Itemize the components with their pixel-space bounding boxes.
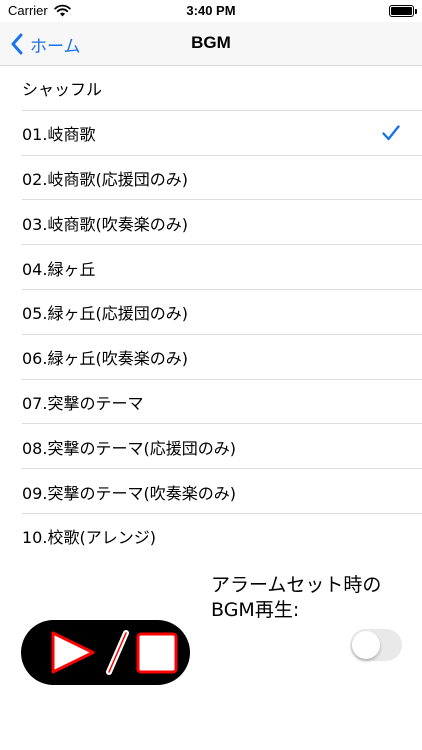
- page-title: BGM: [191, 33, 231, 52]
- track-label: シャッフル: [22, 80, 103, 100]
- track-label: 03.岐商歌(吹奏楽のみ): [22, 214, 188, 234]
- alarm-bgm-label: アラームセット時の BGM再生:: [211, 573, 411, 623]
- track-item-10[interactable]: 10.校歌(アレンジ): [0, 514, 422, 559]
- track-label: 10.校歌(アレンジ): [22, 528, 156, 548]
- alarm-bgm-toggle[interactable]: [350, 629, 402, 661]
- track-list: シャッフル 01.岐商歌 02.岐商歌(応援団のみ) 03.岐商歌(吹奏楽のみ)…: [0, 66, 422, 559]
- track-item-04[interactable]: 04.緑ヶ丘: [0, 245, 422, 290]
- track-label: 04.緑ヶ丘: [22, 259, 96, 279]
- navigation-bar: ホーム BGM: [0, 22, 422, 66]
- track-label: 01.岐商歌: [22, 125, 96, 145]
- track-label: 06.緑ヶ丘(吹奏楽のみ): [22, 349, 188, 369]
- battery-tip: [415, 9, 417, 14]
- track-item-05[interactable]: 05.緑ヶ丘(応援団のみ): [0, 290, 422, 335]
- track-label: 08.突撃のテーマ(応援団のみ): [22, 438, 236, 458]
- track-label: 02.岐商歌(応援団のみ): [22, 169, 188, 189]
- status-time: 3:40 PM: [186, 3, 236, 18]
- track-item-08[interactable]: 08.突撃のテーマ(応援団のみ): [0, 424, 422, 469]
- checkmark-icon: [382, 125, 400, 140]
- track-item-shuffle[interactable]: シャッフル: [0, 66, 422, 111]
- track-item-03[interactable]: 03.岐商歌(吹奏楽のみ): [0, 200, 422, 245]
- battery-icon: [389, 5, 414, 17]
- track-item-06[interactable]: 06.緑ヶ丘(吹奏楽のみ): [0, 335, 422, 380]
- alarm-bgm-label-line2: BGM再生:: [211, 599, 300, 621]
- track-label: 09.突撃のテーマ(吹奏楽のみ): [22, 483, 236, 503]
- track-item-01[interactable]: 01.岐商歌: [0, 111, 422, 156]
- alarm-bgm-label-line1: アラームセット時の: [211, 574, 382, 596]
- play-stop-button[interactable]: [21, 620, 190, 685]
- track-item-09[interactable]: 09.突撃のテーマ(吹奏楽のみ): [0, 469, 422, 514]
- toggle-knob: [352, 631, 380, 659]
- status-bar: Carrier 3:40 PM: [0, 0, 422, 22]
- track-item-02[interactable]: 02.岐商歌(応援団のみ): [0, 156, 422, 201]
- track-label: 05.緑ヶ丘(応援団のみ): [22, 304, 188, 324]
- play-stop-icon: [51, 630, 178, 675]
- track-item-07[interactable]: 07.突撃のテーマ: [0, 380, 422, 425]
- track-label: 07.突撃のテーマ: [22, 393, 144, 413]
